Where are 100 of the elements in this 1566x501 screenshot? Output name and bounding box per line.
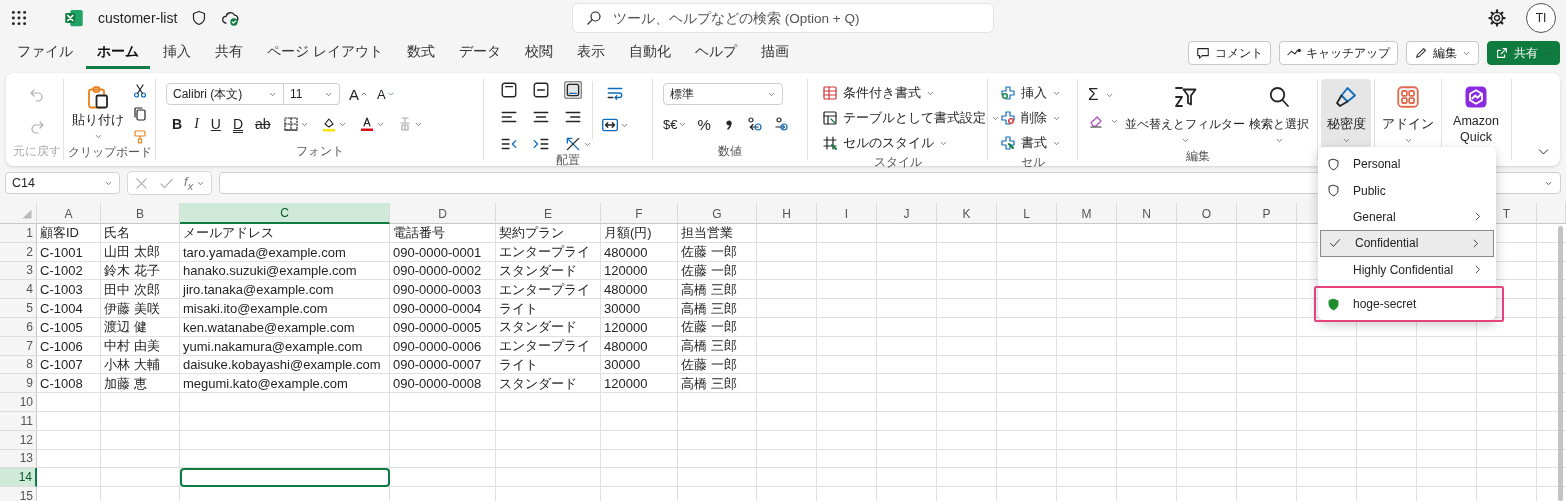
grow-font-button[interactable]: A: [349, 85, 368, 103]
italic-button[interactable]: I: [194, 116, 199, 132]
edit-button[interactable]: 編集: [1406, 41, 1479, 65]
column-header[interactable]: P: [1237, 203, 1297, 224]
menu-tab[interactable]: ホーム: [86, 37, 150, 69]
format-painter-icon[interactable]: [132, 129, 148, 145]
menu-tab[interactable]: 共有: [204, 37, 254, 69]
menu-button[interactable]: テーブルとして書式設定: [822, 106, 1000, 130]
column-header[interactable]: M: [1057, 203, 1117, 224]
menu-tab[interactable]: ページ レイアウト: [256, 37, 394, 69]
strikethrough-button[interactable]: ab: [255, 116, 271, 132]
column-header[interactable]: B: [101, 203, 180, 224]
menu-item[interactable]: Confidential: [1320, 230, 1494, 257]
double-underline-button[interactable]: D: [232, 116, 244, 132]
menu-button[interactable]: 条件付き書式: [822, 81, 935, 105]
shrink-font-button[interactable]: A: [377, 86, 395, 102]
row-header[interactable]: 15: [0, 487, 37, 501]
menu-item[interactable]: Public: [1318, 177, 1496, 204]
cloud-check-icon[interactable]: [221, 9, 240, 27]
column-header[interactable]: L: [997, 203, 1057, 224]
chevron-down-icon[interactable]: [1544, 179, 1553, 188]
column-header[interactable]: E: [496, 203, 601, 224]
menu-tab[interactable]: 挿入: [152, 37, 202, 69]
menu-tab[interactable]: ヘルプ: [683, 37, 748, 69]
catchup-button[interactable]: キャッチアップ: [1279, 41, 1398, 65]
select-all-button[interactable]: [0, 203, 37, 224]
bold-button[interactable]: B: [172, 116, 183, 132]
column-header[interactable]: H: [757, 203, 817, 224]
column-header[interactable]: F: [601, 203, 678, 224]
column-header[interactable]: I: [817, 203, 877, 224]
select-all-icon[interactable]: [21, 208, 33, 220]
chevron-down-icon[interactable]: [1274, 136, 1284, 145]
align-bottom-icon[interactable]: [564, 81, 582, 99]
menu-tab[interactable]: 校閲: [513, 37, 564, 69]
row-header[interactable]: 10: [0, 393, 37, 412]
menu-item[interactable]: Highly Confidential: [1318, 256, 1496, 283]
cancel-icon[interactable]: [134, 175, 149, 191]
column-header[interactable]: N: [1117, 203, 1177, 224]
column-header[interactable]: C: [180, 203, 390, 224]
font-color-icon[interactable]: [358, 116, 375, 132]
app-launcher-icon[interactable]: [10, 9, 28, 27]
merge-cells-icon[interactable]: [601, 116, 619, 134]
increase-decimal-icon[interactable]: [746, 116, 763, 132]
borders-icon[interactable]: [282, 116, 299, 132]
row-header[interactable]: 9: [0, 374, 37, 394]
row-header[interactable]: 1: [0, 224, 37, 243]
menu-button[interactable]: 挿入: [1000, 81, 1061, 105]
share-button[interactable]: 共有: [1487, 41, 1560, 65]
underline-button[interactable]: U: [210, 116, 221, 132]
menu-tab[interactable]: 表示: [565, 37, 616, 69]
column-header[interactable]: G: [678, 203, 757, 224]
menu-button[interactable]: 書式: [1000, 131, 1061, 155]
menu-item[interactable]: Personal: [1318, 151, 1496, 178]
row-header[interactable]: 4: [0, 280, 37, 300]
undo-icon[interactable]: [28, 87, 45, 103]
chevron-down-icon[interactable]: [1403, 136, 1413, 145]
menu-tab[interactable]: 描画: [749, 37, 800, 69]
column-header[interactable]: A: [37, 203, 101, 224]
paste-button[interactable]: 貼り付け: [70, 81, 126, 145]
sort-filter-button[interactable]: 並べ替えとフィルター: [1123, 81, 1247, 149]
menu-tab[interactable]: データ: [447, 37, 512, 69]
name-box[interactable]: C14: [5, 172, 120, 194]
copy-icon[interactable]: [132, 106, 148, 122]
font-name-dropdown[interactable]: Calibri (本文): [166, 83, 284, 105]
row-header[interactable]: 14: [0, 468, 37, 488]
file-name[interactable]: customer-list: [98, 10, 178, 26]
number-format-dropdown[interactable]: 標準: [663, 83, 783, 105]
align-middle-icon[interactable]: [532, 81, 550, 99]
menu-tab[interactable]: ファイル: [6, 37, 84, 69]
chevron-down-icon[interactable]: [1180, 136, 1190, 145]
amazon-quick-button[interactable]: Amazon Quick: [1445, 79, 1507, 150]
find-select-button[interactable]: 検索と選択: [1247, 81, 1311, 149]
menu-item[interactable]: hoge-secret: [1318, 290, 1496, 318]
chevron-down-icon[interactable]: [1341, 136, 1351, 145]
menu-tab[interactable]: 数式: [395, 37, 446, 69]
spreadsheet-app-icon[interactable]: [64, 8, 84, 28]
scissors-icon[interactable]: [132, 83, 148, 99]
currency-button[interactable]: $€: [663, 116, 688, 132]
menu-button[interactable]: セルのスタイル: [822, 131, 948, 155]
row-header[interactable]: 5: [0, 299, 37, 318]
autosum-button[interactable]: Σ: [1088, 85, 1114, 105]
fill-color-icon[interactable]: [320, 116, 337, 132]
addins-button[interactable]: アドイン: [1378, 79, 1438, 149]
orientation-icon[interactable]: [564, 135, 582, 153]
settings-icon[interactable]: [1488, 9, 1506, 27]
menu-button[interactable]: 削除: [1000, 106, 1061, 130]
align-top-icon[interactable]: [500, 81, 518, 99]
sensitivity-button[interactable]: 秘密度: [1321, 79, 1371, 149]
font-size-dropdown[interactable]: 11: [284, 83, 340, 105]
menu-tab[interactable]: 自動化: [617, 37, 682, 69]
comment-button[interactable]: コメント: [1188, 41, 1271, 65]
chevron-down-icon[interactable]: [93, 132, 103, 141]
column-header[interactable]: O: [1177, 203, 1237, 224]
column-header[interactable]: J: [877, 203, 937, 224]
column-header[interactable]: K: [937, 203, 997, 224]
redo-icon[interactable]: [28, 119, 45, 135]
search-field[interactable]: ツール、ヘルプなどの検索 (Option + Q): [572, 3, 994, 33]
shield-icon[interactable]: [191, 10, 208, 26]
user-avatar[interactable]: TI: [1526, 3, 1556, 33]
column-header[interactable]: D: [390, 203, 496, 224]
